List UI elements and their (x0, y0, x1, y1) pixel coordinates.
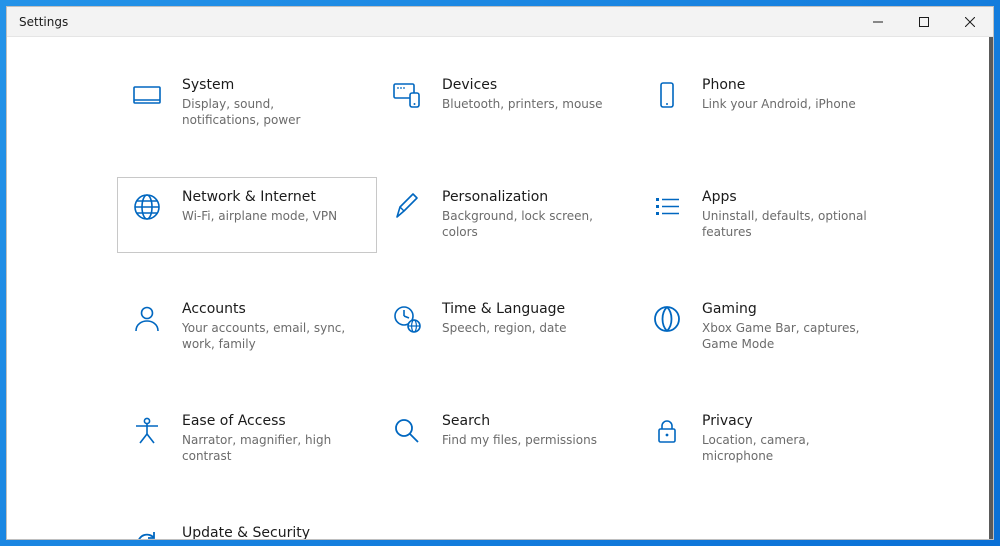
tile-text: Network & Internet Wi-Fi, airplane mode, … (182, 188, 352, 224)
display-icon (130, 78, 164, 112)
window-title: Settings (19, 15, 68, 29)
category-apps[interactable]: Apps Uninstall, defaults, optional featur… (637, 177, 897, 253)
tile-title: System (182, 76, 352, 94)
tile-description: Link your Android, iPhone (702, 96, 872, 112)
apps-icon (650, 190, 684, 224)
tile-title: Privacy (702, 412, 872, 430)
tile-description: Uninstall, defaults, optional features (702, 208, 872, 240)
tile-description: Bluetooth, printers, mouse (442, 96, 612, 112)
category-system[interactable]: System Display, sound, notifications, pow… (117, 65, 377, 141)
tile-text: Devices Bluetooth, printers, mouse (442, 76, 612, 112)
gaming-icon (650, 302, 684, 336)
category-gaming[interactable]: Gaming Xbox Game Bar, captures, Game Mode (637, 289, 897, 365)
category-search[interactable]: Search Find my files, permissions (377, 401, 637, 477)
phone-icon (650, 78, 684, 112)
tile-title: Update & Security (182, 524, 352, 539)
tile-text: Apps Uninstall, defaults, optional featur… (702, 188, 872, 241)
tile-description: Find my files, permissions (442, 432, 612, 448)
tile-title: Personalization (442, 188, 612, 206)
category-phone[interactable]: Phone Link your Android, iPhone (637, 65, 897, 141)
time-lang-icon (390, 302, 424, 336)
settings-window: Settings System Display, sound, notificat… (6, 6, 994, 540)
titlebar: Settings (7, 7, 993, 37)
tile-text: System Display, sound, notifications, pow… (182, 76, 352, 129)
tile-description: Your accounts, email, sync, work, family (182, 320, 352, 352)
accessibility-icon (130, 414, 164, 448)
pen-icon (390, 190, 424, 224)
close-button[interactable] (947, 7, 993, 36)
minimize-button[interactable] (855, 7, 901, 36)
tile-title: Phone (702, 76, 872, 94)
tile-title: Apps (702, 188, 872, 206)
category-update[interactable]: Update & SecurityWindows Update, recover… (117, 513, 377, 539)
category-grid: System Display, sound, notifications, pow… (117, 65, 903, 539)
devices-icon (390, 78, 424, 112)
tile-text: Search Find my files, permissions (442, 412, 612, 448)
search-icon (390, 414, 424, 448)
category-privacy[interactable]: Privacy Location, camera, microphone (637, 401, 897, 477)
globe-icon (130, 190, 164, 224)
tile-description: Speech, region, date (442, 320, 612, 336)
category-ease[interactable]: Ease of Access Narrator, magnifier, high … (117, 401, 377, 477)
tile-title: Ease of Access (182, 412, 352, 430)
tile-text: Time & Language Speech, region, date (442, 300, 612, 336)
tile-title: Search (442, 412, 612, 430)
tile-text: Ease of Access Narrator, magnifier, high … (182, 412, 352, 465)
tile-title: Gaming (702, 300, 872, 318)
tile-title: Network & Internet (182, 188, 352, 206)
tile-text: Personalization Background, lock screen, … (442, 188, 612, 241)
window-controls (855, 7, 993, 36)
tile-text: Accounts Your accounts, email, sync, work… (182, 300, 352, 353)
category-network[interactable]: Network & Internet Wi-Fi, airplane mode, … (117, 177, 377, 253)
tile-description: Narrator, magnifier, high contrast (182, 432, 352, 464)
tile-text: Phone Link your Android, iPhone (702, 76, 872, 112)
tile-text: Update & SecurityWindows Update, recover… (182, 524, 352, 539)
tile-description: Wi-Fi, airplane mode, VPN (182, 208, 352, 224)
tile-text: Privacy Location, camera, microphone (702, 412, 872, 465)
category-devices[interactable]: Devices Bluetooth, printers, mouse (377, 65, 637, 141)
maximize-button[interactable] (901, 7, 947, 36)
tile-title: Devices (442, 76, 612, 94)
vertical-scrollbar[interactable] (989, 37, 993, 539)
tile-description: Xbox Game Bar, captures, Game Mode (702, 320, 872, 352)
category-accounts[interactable]: Accounts Your accounts, email, sync, work… (117, 289, 377, 365)
tile-description: Background, lock screen, colors (442, 208, 612, 240)
lock-icon (650, 414, 684, 448)
update-icon (130, 526, 164, 539)
tile-title: Time & Language (442, 300, 612, 318)
tile-description: Location, camera, microphone (702, 432, 872, 464)
tile-title: Accounts (182, 300, 352, 318)
category-time[interactable]: Time & Language Speech, region, date (377, 289, 637, 365)
tile-description: Display, sound, notifications, power (182, 96, 352, 128)
person-icon (130, 302, 164, 336)
tile-text: Gaming Xbox Game Bar, captures, Game Mode (702, 300, 872, 353)
settings-content: System Display, sound, notifications, pow… (7, 37, 993, 539)
category-personalization[interactable]: Personalization Background, lock screen, … (377, 177, 637, 253)
